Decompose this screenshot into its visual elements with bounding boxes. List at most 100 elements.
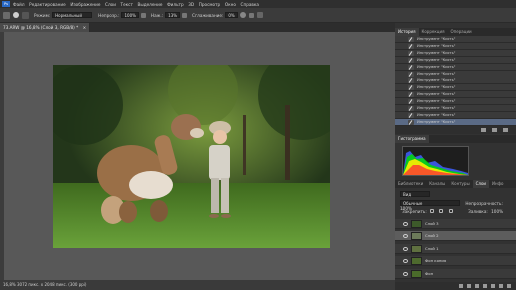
layer-row[interactable]: Слой 3 <box>395 219 516 229</box>
airbrush-icon[interactable] <box>182 12 188 18</box>
layer-row[interactable]: Слой 2 <box>395 231 516 242</box>
menu-file[interactable]: Файл <box>13 2 25 7</box>
status-bar: 16,8% 3072 пикс. x 2048 пикс. (300 ppi) <box>0 280 395 290</box>
brush-tool-icon[interactable] <box>3 11 10 19</box>
tab-actions[interactable]: Операции <box>448 28 475 36</box>
smoothing-label: Сглаживание: <box>192 12 224 18</box>
menu-window[interactable]: Окно <box>225 2 236 7</box>
fx-icon[interactable] <box>467 284 471 288</box>
history-item[interactable]: Инструмент "Кисть" <box>395 118 516 126</box>
brush-icon <box>408 92 414 98</box>
close-icon[interactable]: × <box>83 25 87 30</box>
symmetry-icon[interactable] <box>256 12 263 18</box>
pressure-size-icon[interactable] <box>248 12 254 18</box>
photoshop-logo-icon: Ps <box>2 1 10 7</box>
options-bar: Режим: Нормальный Непрозр.: 100% Наж.: 1… <box>0 8 516 23</box>
menu-3d[interactable]: 3D <box>188 2 194 7</box>
brush-icon <box>408 99 414 105</box>
fill-label: Заливка: <box>468 209 488 214</box>
gear-icon[interactable] <box>239 12 246 18</box>
blend-row: Обычные Непрозрачность: 100% <box>400 200 511 211</box>
layer-filter-select[interactable]: Вид <box>400 191 430 197</box>
layer-thumbnail <box>411 232 422 241</box>
menu-edit[interactable]: Редактирование <box>29 2 66 7</box>
tab-corrections[interactable]: Коррекция <box>419 28 448 36</box>
layer-name: Слой 2 <box>425 233 439 239</box>
menu-help[interactable]: Справка <box>241 2 259 7</box>
smoothing-input[interactable]: 0% <box>225 12 238 18</box>
eye-icon[interactable] <box>403 271 408 276</box>
tab-paths[interactable]: Контуры <box>448 180 472 188</box>
brush-icon <box>408 43 414 49</box>
history-item-label: Инструмент "Кисть" <box>417 99 456 104</box>
menu-view[interactable]: Просмотр <box>199 2 221 7</box>
tab-libraries[interactable]: Библиотеки <box>395 180 426 188</box>
photo-image <box>53 65 330 248</box>
trash-icon[interactable] <box>507 284 511 288</box>
camera-icon[interactable] <box>492 128 497 132</box>
link-icon[interactable] <box>459 284 463 288</box>
mode-select[interactable]: Нормальный <box>52 12 93 18</box>
eye-icon[interactable] <box>403 222 408 226</box>
fill-value[interactable]: 100% <box>491 209 503 214</box>
menu-bar: Ps Файл Редактирование Изображение Слои … <box>0 0 516 8</box>
menu-image[interactable]: Изображение <box>70 2 100 7</box>
opacity-input[interactable]: 100% <box>121 12 139 18</box>
tab-layers[interactable]: Слои <box>472 180 490 188</box>
history-item-label: Инструмент "Кисть" <box>417 112 456 117</box>
pressure-opacity-icon[interactable] <box>140 12 146 18</box>
layer-name: Слой 1 <box>425 245 439 251</box>
layer-row[interactable]: Слой 1 <box>395 243 516 254</box>
snapshot-icon[interactable] <box>481 128 486 132</box>
brush-icon <box>408 64 414 70</box>
trash-icon[interactable] <box>503 128 508 132</box>
eye-icon[interactable] <box>403 259 408 264</box>
photo-canvas[interactable] <box>53 65 330 248</box>
layer-opacity-label: Непрозрачность: <box>465 201 503 206</box>
tab-channels[interactable]: Каналы <box>426 180 448 188</box>
brush-icon <box>408 71 414 77</box>
menu-select[interactable]: Выделение <box>138 2 163 7</box>
history-footer <box>395 126 516 134</box>
brush-settings-icon[interactable] <box>22 11 29 19</box>
menu-layers[interactable]: Слои <box>105 2 116 7</box>
adjustment-icon[interactable] <box>483 284 487 288</box>
history-item-label: Инструмент "Кисть" <box>417 43 456 48</box>
history-item-label: Инструмент "Кисть" <box>417 92 456 97</box>
brush-icon <box>408 37 414 42</box>
layer-name: Фон копия <box>425 258 447 264</box>
mask-icon[interactable] <box>475 284 479 288</box>
layer-row[interactable]: Фон копия <box>395 256 516 267</box>
layer-row[interactable]: Фон <box>395 268 516 279</box>
eye-icon[interactable] <box>403 234 408 239</box>
layers-footer <box>395 282 516 290</box>
opacity-label: Непрозр.: <box>98 12 120 18</box>
layer-thumbnail <box>411 257 422 266</box>
new-layer-icon[interactable] <box>499 284 503 288</box>
layer-thumbnail <box>411 269 422 278</box>
eye-icon[interactable] <box>403 246 408 251</box>
histogram-tabs: Гистограмма <box>395 135 516 143</box>
layer-thumbnail <box>411 220 422 228</box>
lock-position-icon[interactable] <box>439 209 444 213</box>
layer-filter-row: Вид <box>400 191 511 198</box>
document-tab[interactable]: 73.ARW @ 16,8% (Слой 3, RGB/8) * × <box>0 23 91 32</box>
layer-name: Фон <box>425 270 434 276</box>
layer-name: Слой 3 <box>425 221 439 226</box>
layers-panel-tabs: Библиотеки Каналы Контуры Слои Инфо <box>395 180 516 188</box>
tab-info[interactable]: Инфо <box>489 180 506 188</box>
history-item-label: Инструмент "Кисть" <box>417 50 456 55</box>
flow-label: Наж.: <box>150 12 164 18</box>
layer-thumbnail <box>411 244 422 253</box>
tab-history[interactable]: История <box>395 28 419 36</box>
brush-preset-icon[interactable] <box>13 12 19 18</box>
folder-icon[interactable] <box>491 284 495 288</box>
lock-all-icon[interactable] <box>448 209 453 213</box>
menu-filter[interactable]: Фильтр <box>167 2 184 7</box>
document-tab-title: 73.ARW @ 16,8% (Слой 3, RGB/8) * <box>3 25 79 30</box>
tab-histogram[interactable]: Гистограмма <box>395 135 429 143</box>
lock-pixels-icon[interactable] <box>430 209 435 213</box>
menu-type[interactable]: Текст <box>121 2 133 7</box>
history-item-label: Инструмент "Кисть" <box>417 71 456 76</box>
flow-input[interactable]: 13% <box>165 12 181 18</box>
